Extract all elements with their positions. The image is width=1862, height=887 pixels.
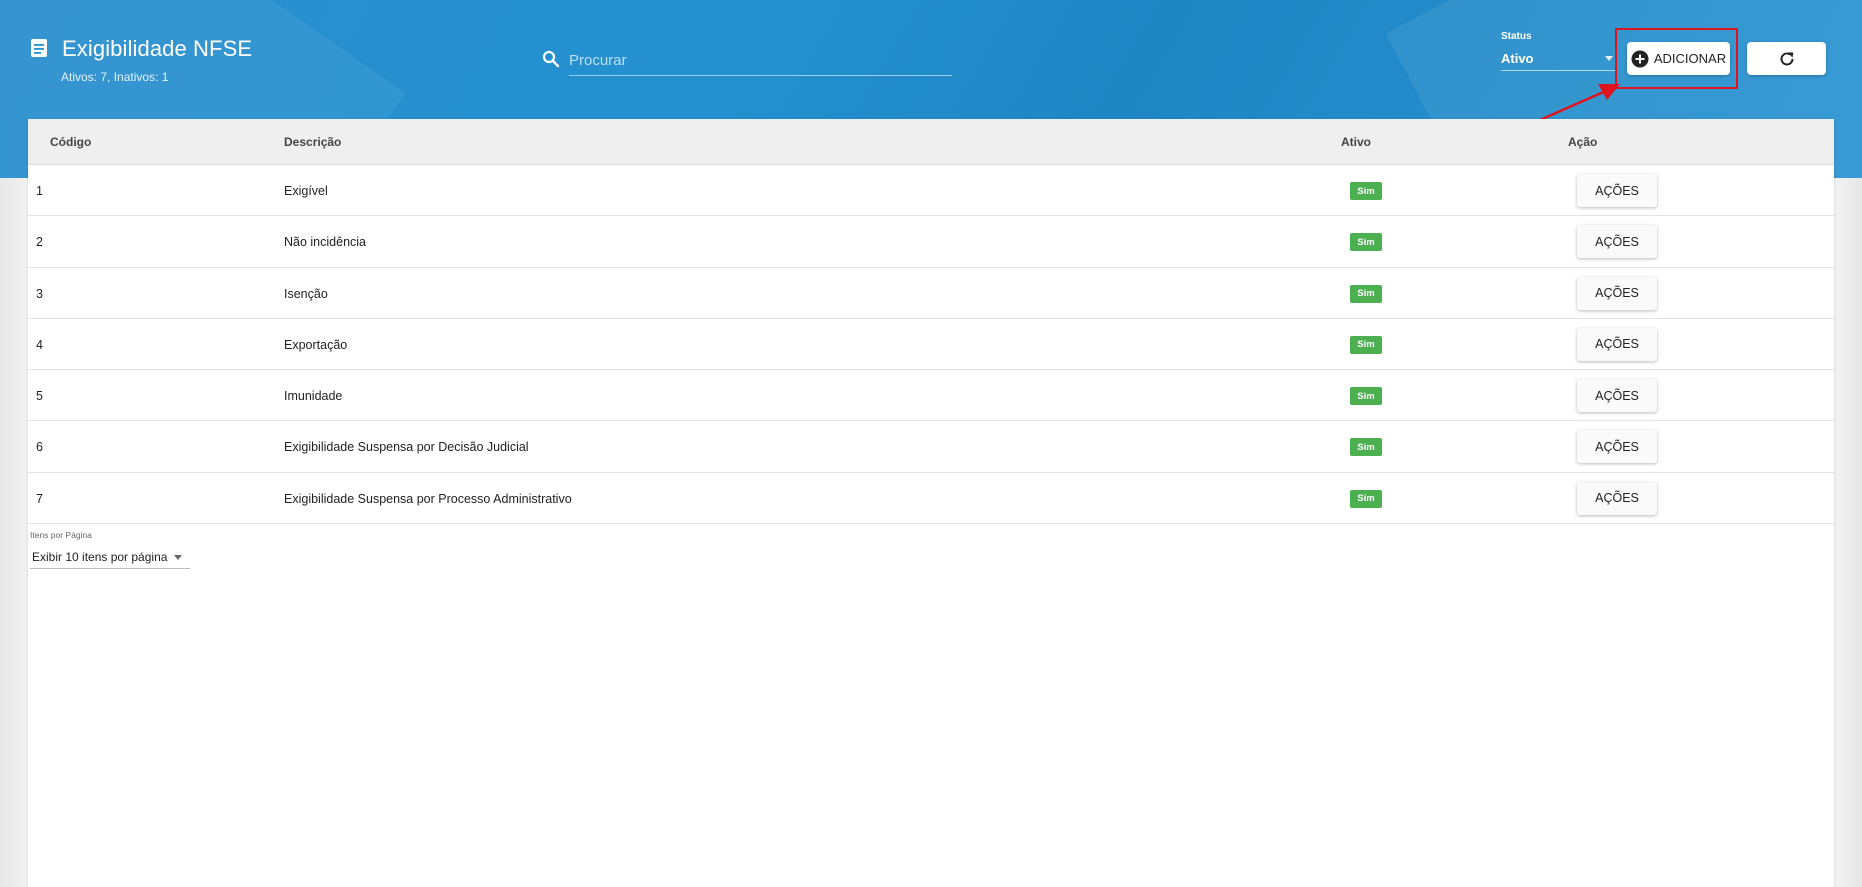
actions-button[interactable]: AÇÕES <box>1577 174 1657 207</box>
status-badge: Sim <box>1350 182 1382 200</box>
status-value: Ativo <box>1501 51 1534 66</box>
table-row: 5 Imunidade Sim AÇÕES <box>28 370 1834 422</box>
document-icon <box>31 39 47 57</box>
search-box <box>542 46 952 78</box>
status-badge: Sim <box>1350 438 1382 457</box>
row-description: Exportação <box>284 337 348 352</box>
actions-button[interactable]: AÇÕES <box>1577 430 1657 464</box>
row-description: Exigível <box>284 184 328 198</box>
table-card: Código Descrição Ativo Ação 1 Exigível S… <box>28 119 1834 887</box>
actions-button[interactable]: AÇÕES <box>1577 379 1657 413</box>
column-header-code[interactable]: Código <box>50 135 91 149</box>
table-row: 6 Exigibilidade Suspensa por Decisão Jud… <box>28 421 1834 473</box>
actions-button[interactable]: AÇÕES <box>1577 327 1657 361</box>
status-badge: Sim <box>1350 387 1382 406</box>
row-code: 2 <box>36 235 43 250</box>
row-code: 4 <box>36 337 43 352</box>
pagination-label: Itens por Página <box>30 530 92 540</box>
column-header-active[interactable]: Ativo <box>1341 135 1371 149</box>
row-description: Não incidência <box>284 235 366 250</box>
status-badge: Sim <box>1350 233 1382 252</box>
actions-button[interactable]: AÇÕES <box>1577 481 1657 515</box>
status-badge: Sim <box>1350 284 1382 303</box>
status-badge: Sim <box>1350 489 1382 508</box>
page-subtitle: Ativos: 7, Inativos: 1 <box>61 70 169 84</box>
row-description: Isenção <box>284 286 328 301</box>
chevron-down-icon <box>1605 56 1613 61</box>
items-per-page-select[interactable]: Exibir 10 itens por página <box>30 545 190 569</box>
actions-button[interactable]: AÇÕES <box>1577 276 1657 310</box>
row-code: 7 <box>36 491 43 506</box>
row-code: 5 <box>36 389 43 404</box>
row-code: 3 <box>36 286 43 301</box>
table-row: 2 Não incidência Sim AÇÕES <box>28 216 1834 268</box>
right-gutter <box>1834 178 1862 887</box>
add-button[interactable]: ADICIONAR <box>1627 42 1730 75</box>
row-code: 1 <box>36 184 43 198</box>
search-icon <box>542 50 560 68</box>
pagination: Itens por Página Exibir 10 itens por pág… <box>30 530 190 569</box>
status-select[interactable]: Ativo <box>1501 47 1615 71</box>
page-title: Exigibilidade NFSE <box>62 36 253 61</box>
actions-button[interactable]: AÇÕES <box>1577 225 1657 259</box>
chevron-down-icon <box>174 555 182 560</box>
row-description: Imunidade <box>284 389 343 404</box>
table-row: 4 Exportação Sim AÇÕES <box>28 319 1834 371</box>
items-per-page-value: Exibir 10 itens por página <box>32 550 168 564</box>
table-row: 3 Isenção Sim AÇÕES <box>28 268 1834 319</box>
status-filter: Status Ativo <box>1501 31 1615 71</box>
column-header-action: Ação <box>1568 135 1598 149</box>
row-description: Exigibilidade Suspensa por Decisão Judic… <box>284 440 529 455</box>
row-code: 6 <box>36 440 43 455</box>
row-description: Exigibilidade Suspensa por Processo Admi… <box>284 491 572 506</box>
table-row: 7 Exigibilidade Suspensa por Processo Ad… <box>28 473 1834 525</box>
add-circle-icon <box>1631 50 1649 67</box>
column-header-description[interactable]: Descrição <box>284 135 341 149</box>
refresh-icon <box>1780 51 1793 65</box>
status-badge: Sim <box>1350 335 1382 354</box>
add-button-label: ADICIONAR <box>1653 51 1727 66</box>
table-header: Código Descrição Ativo Ação <box>28 119 1834 165</box>
page-header: Exigibilidade NFSE Ativos: 7, Inativos: … <box>30 36 252 84</box>
search-input[interactable] <box>569 46 952 76</box>
refresh-button[interactable] <box>1747 42 1826 75</box>
status-label: Status <box>1501 31 1532 42</box>
table-row: 1 Exigível Sim AÇÕES <box>28 165 1834 217</box>
left-gutter <box>0 178 28 887</box>
